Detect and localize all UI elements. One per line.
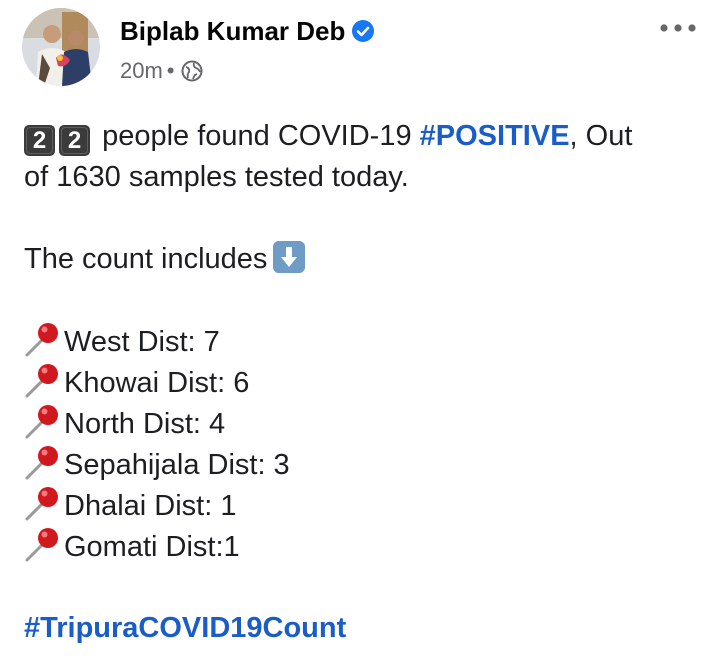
round-pushpin-emoji-icon xyxy=(24,444,64,480)
intro-text: people found COVID-19 xyxy=(102,120,412,152)
count-includes-line: The count includes xyxy=(24,239,696,280)
hashtag-positive-link[interactable]: #POSITIVE xyxy=(420,120,570,152)
round-pushpin-emoji-icon xyxy=(24,485,64,521)
post-timestamp[interactable]: 20m xyxy=(120,58,163,83)
intro-text-continued: , Out xyxy=(569,120,633,152)
district-count-text: Dhalai Dist: 1 xyxy=(64,490,237,522)
avatar-photo xyxy=(22,8,100,86)
author-avatar[interactable] xyxy=(22,8,100,86)
district-count-text: North Dist: 4 xyxy=(64,408,226,440)
hashtag-tripura-count-link[interactable]: #TripuraCOVID19Count xyxy=(24,612,346,644)
post-text-line-1: 22 people found COVID-19 #POSITIVE, Out xyxy=(24,116,696,157)
round-pushpin-emoji-icon xyxy=(24,321,64,357)
keycap-digit-emoji: 2 xyxy=(59,125,90,156)
meta-separator: • xyxy=(166,58,175,83)
post-body: 22 people found COVID-19 #POSITIVE, Out … xyxy=(24,116,696,649)
post-text-line-2: of 1630 samples tested today. xyxy=(24,161,409,193)
district-item: Dhalai Dist: 1 xyxy=(24,485,696,526)
district-count-text: Gomati Dist:1 xyxy=(64,531,240,563)
district-item: North Dist: 4 xyxy=(24,403,696,444)
post-header: Biplab Kumar Deb 20m • xyxy=(22,8,698,90)
globe-icon[interactable] xyxy=(181,60,203,88)
district-count-text: West Dist: 7 xyxy=(64,326,220,358)
district-item: Khowai Dist: 6 xyxy=(24,362,696,403)
district-count-text: Khowai Dist: 6 xyxy=(64,367,250,399)
round-pushpin-emoji-icon xyxy=(24,362,64,398)
verified-badge-icon xyxy=(351,19,375,50)
district-count-text: Sepahijala Dist: 3 xyxy=(64,449,290,481)
district-item: Sepahijala Dist: 3 xyxy=(24,444,696,485)
more-options-icon[interactable] xyxy=(658,18,698,38)
count-label: The count includes xyxy=(24,243,268,275)
author-name-row[interactable]: Biplab Kumar Deb xyxy=(120,16,375,50)
round-pushpin-emoji-icon xyxy=(24,526,64,562)
round-pushpin-emoji-icon xyxy=(24,403,64,439)
down-arrow-emoji-icon xyxy=(273,241,306,273)
district-item: Gomati Dist:1 xyxy=(24,526,696,567)
district-item: West Dist: 7 xyxy=(24,321,696,362)
district-list: West Dist: 7 Khowai Dist: 6 North Dist: 4 S… xyxy=(24,321,696,567)
post-meta: 20m • xyxy=(120,58,203,88)
keycap-digit-emoji: 2 xyxy=(24,125,55,156)
author-name[interactable]: Biplab Kumar Deb xyxy=(120,16,345,46)
